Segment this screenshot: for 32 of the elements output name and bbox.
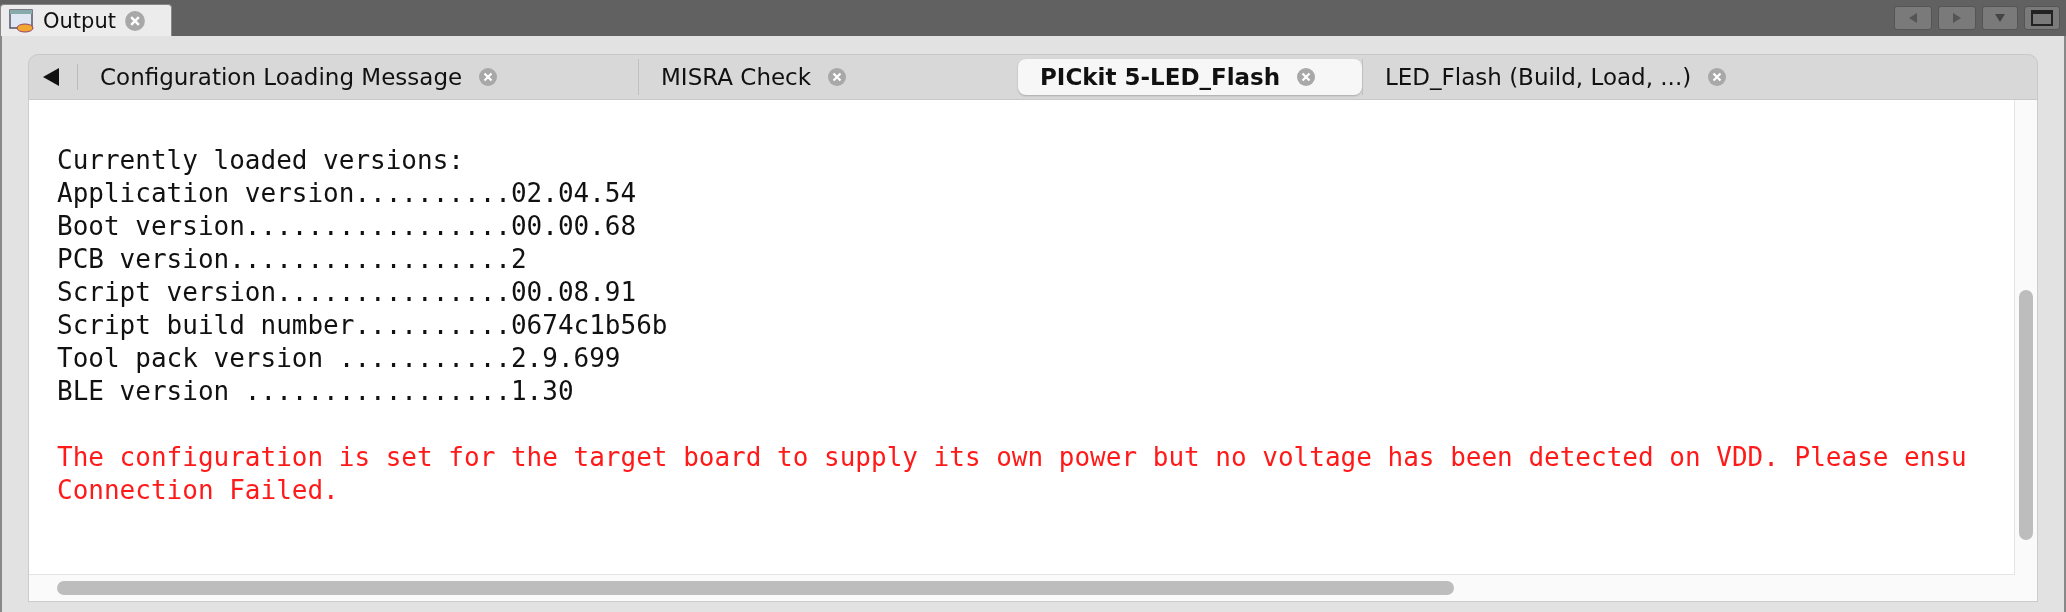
- vertical-scrollbar-thumb[interactable]: [2019, 290, 2033, 540]
- close-icon[interactable]: [1707, 67, 1728, 87]
- error-message: The configuration is set for the target board to supply its own power but no voltage has been detected on VDD. Please ensu: [57, 441, 1968, 474]
- horizontal-scrollbar-thumb[interactable]: [57, 581, 1454, 595]
- output-line: BLE version .................1.30: [57, 375, 575, 408]
- output-panel-tab[interactable]: Output: [0, 4, 172, 36]
- console-tab[interactable]: Configuration Loading Message: [78, 59, 638, 95]
- scroll-tabs-left-button[interactable]: [1894, 6, 1932, 30]
- scroll-left-icon[interactable]: [43, 68, 59, 86]
- console-tab[interactable]: PICkit 5-LED_Flash: [1018, 59, 1362, 95]
- close-icon[interactable]: [1296, 67, 1317, 87]
- output-line: PCB version..................2: [57, 243, 528, 276]
- output-line: Tool pack version ...........2.9.699: [57, 342, 622, 375]
- tab-list-button[interactable]: [1982, 6, 2018, 30]
- maximize-button[interactable]: [2024, 6, 2060, 30]
- window-icon: [9, 8, 35, 33]
- close-icon[interactable]: [478, 67, 499, 87]
- output-line: Boot version.................00.00.68: [57, 210, 638, 243]
- close-icon[interactable]: [123, 9, 146, 32]
- left-arrow-icon: [1909, 13, 1917, 23]
- scroll-tabs-right-button[interactable]: [1938, 6, 1976, 30]
- close-icon[interactable]: [827, 67, 848, 87]
- error-message: Connection Failed.: [57, 474, 340, 507]
- console-tab[interactable]: LED_Flash (Build, Load, ...): [1362, 59, 1782, 95]
- output-line: Application version..........02.04.54: [57, 177, 638, 210]
- output-line: Currently loaded versions:: [57, 144, 465, 177]
- output-line: Script version...............00.08.91: [57, 276, 638, 309]
- caret-icon: [1995, 14, 2005, 22]
- output-line: Script build number..........0674c1b56b: [57, 309, 669, 342]
- right-arrow-icon: [1953, 13, 1961, 23]
- console-tab[interactable]: MISRA Check: [638, 59, 1018, 95]
- maximize-icon: [2031, 10, 2053, 26]
